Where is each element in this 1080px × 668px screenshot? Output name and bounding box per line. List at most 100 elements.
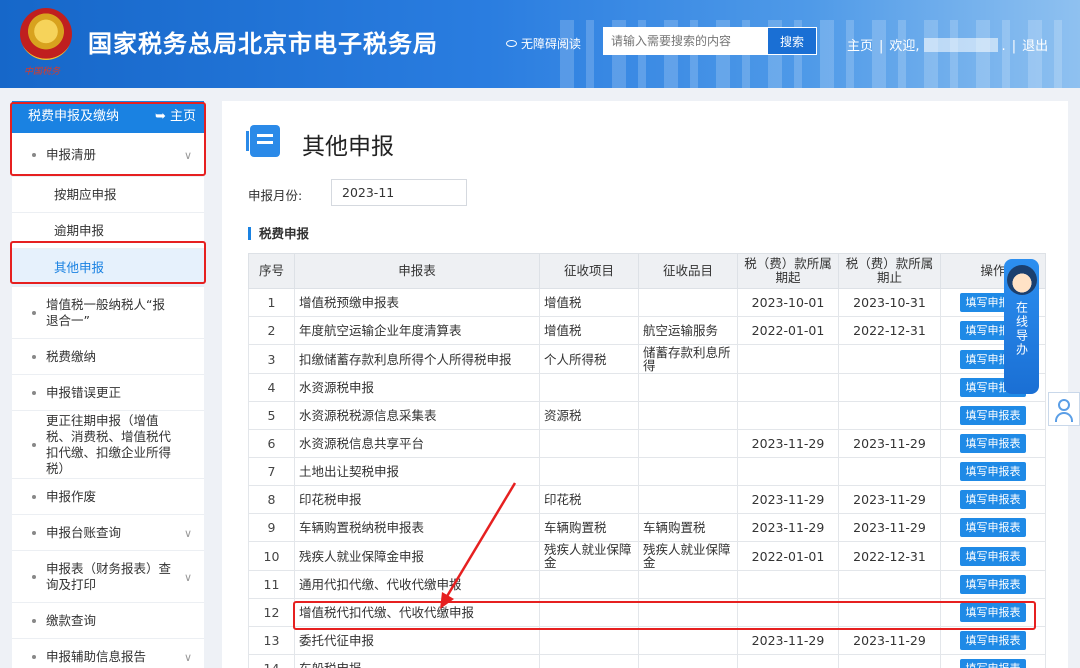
cell-end (838, 654, 941, 668)
cell-start: 2023-11-29 (737, 626, 839, 655)
sidebar-item-label: 缴款查询 (46, 612, 97, 628)
cell-form: 年度航空运输企业年度清算表 (294, 316, 540, 345)
cell-seq: 4 (248, 373, 295, 402)
column-header: 申报表 (294, 253, 540, 289)
cell-form: 水资源税信息共享平台 (294, 429, 540, 458)
bullet-icon (32, 354, 36, 359)
cell-end (838, 570, 941, 599)
cell-seq: 7 (248, 457, 295, 486)
document-icon (246, 125, 280, 157)
sidebar-item-6[interactable]: 申报错误更正 (12, 375, 204, 411)
month-label: 申报月份: (248, 188, 303, 203)
user-service-icon[interactable] (1048, 392, 1080, 426)
cell-action: 填写申报表 (940, 401, 1046, 430)
online-guide-widget[interactable]: 在线导办 (1004, 259, 1039, 394)
cell-end: 2022-12-31 (838, 316, 941, 345)
cell-start (737, 373, 839, 402)
sidebar-item-11[interactable]: 缴款查询 (12, 603, 204, 639)
cell-item (539, 457, 639, 486)
cell-item: 增值税 (539, 288, 639, 317)
fill-form-button[interactable]: 填写申报表 (960, 462, 1026, 481)
cell-subitem (638, 288, 738, 317)
accessibility-link[interactable]: 无障碍阅读 (506, 35, 581, 52)
sidebar-item-label: 增值税一般纳税人“报退合一” (46, 296, 165, 328)
bullet-icon (32, 654, 36, 659)
home-link[interactable]: 主页 (847, 39, 873, 54)
cell-action: 填写申报表 (940, 541, 1046, 571)
cell-subitem (638, 570, 738, 599)
sidebar-title: 税费申报及缴纳 (28, 109, 120, 124)
cell-form: 通用代扣代缴、代收代缴申报 (294, 570, 540, 599)
logout-link[interactable]: 退出 (1022, 39, 1048, 54)
sidebar-item-label: 逾期申报 (54, 222, 105, 238)
fill-form-button[interactable]: 填写申报表 (960, 518, 1026, 537)
cell-end (838, 373, 941, 402)
sidebar-item-label: 申报辅助信息报告 (46, 648, 147, 664)
sidebar-item-5[interactable]: 税费缴纳 (12, 339, 204, 375)
cell-end (838, 344, 941, 374)
cell-end: 2023-11-29 (838, 513, 941, 542)
cell-start: 2022-01-01 (737, 316, 839, 345)
column-header: 税（费）款所属期起 (737, 253, 839, 289)
table-row: 5 水资源税税源信息采集表 资源税 填写申报表 (248, 401, 1046, 430)
cell-subitem (638, 401, 738, 430)
cell-seq: 9 (248, 513, 295, 542)
bullet-icon (32, 152, 36, 157)
search-button[interactable]: 搜索 (767, 27, 817, 55)
header-nav: 主页 | 欢迎,. | 退出 (847, 38, 1049, 54)
month-field[interactable]: 2023-11 (331, 179, 467, 206)
cell-seq: 3 (248, 344, 295, 374)
cell-action: 填写申报表 (940, 598, 1046, 627)
sidebar-item-12[interactable]: 申报辅助信息报告 ∨ (12, 639, 204, 668)
chevron-down-icon: ∨ (183, 650, 192, 664)
table-row: 7 土地出让契税申报 填写申报表 (248, 457, 1046, 486)
cell-seq: 1 (248, 288, 295, 317)
sidebar-item-9[interactable]: 申报台账查询 ∨ (12, 515, 204, 551)
cell-start: 2022-01-01 (737, 541, 839, 571)
cell-form: 车辆购置税纳税申报表 (294, 513, 540, 542)
cell-end (838, 598, 941, 627)
sidebar-item-label: 申报作废 (46, 488, 97, 504)
table-row: 12 增值税代扣代缴、代收代缴申报 填写申报表 (248, 598, 1046, 627)
sidebar-item-10[interactable]: 申报表（财务报表）查询及打印 ∨ (12, 551, 204, 603)
sidebar-item-7[interactable]: 更正往期申报（增值税、消费税、增值税代扣代缴、扣缴企业所得税） (12, 411, 204, 479)
cell-form: 增值税代扣代缴、代收代缴申报 (294, 598, 540, 627)
fill-form-button[interactable]: 填写申报表 (960, 603, 1026, 622)
cell-subitem (638, 373, 738, 402)
cell-start: 2023-10-01 (737, 288, 839, 317)
bullet-icon (32, 390, 36, 395)
sidebar-item-0[interactable]: 申报清册 ∨ (12, 133, 204, 177)
bullet-icon (32, 494, 36, 499)
cell-seq: 6 (248, 429, 295, 458)
sidebar-item-1[interactable]: 按期应申报 (12, 177, 204, 213)
sidebar-item-8[interactable]: 申报作废 (12, 479, 204, 515)
fill-form-button[interactable]: 填写申报表 (960, 406, 1026, 425)
bullet-icon (32, 442, 36, 447)
cell-form: 扣缴储蓄存款利息所得个人所得税申报 (294, 344, 540, 374)
cell-item (539, 570, 639, 599)
cell-seq: 2 (248, 316, 295, 345)
cell-subitem: 残疾人就业保障金 (638, 541, 738, 571)
sidebar-home-link[interactable]: ➥ 主页 (155, 101, 196, 133)
table-row: 11 通用代扣代缴、代收代缴申报 填写申报表 (248, 570, 1046, 599)
cell-item: 增值税 (539, 316, 639, 345)
fill-form-button[interactable]: 填写申报表 (960, 575, 1026, 594)
fill-form-button[interactable]: 填写申报表 (960, 631, 1026, 650)
cell-end: 2022-12-31 (838, 541, 941, 571)
sidebar-item-4[interactable]: 增值税一般纳税人“报退合一” (12, 287, 204, 339)
cell-item (539, 429, 639, 458)
cell-item: 个人所得税 (539, 344, 639, 374)
fill-form-button[interactable]: 填写申报表 (960, 659, 1026, 668)
fill-form-button[interactable]: 填写申报表 (960, 490, 1026, 509)
sidebar-item-3[interactable]: 其他申报 (12, 249, 204, 287)
sidebar-item-label: 按期应申报 (54, 186, 117, 202)
cell-form: 残疾人就业保障金申报 (294, 541, 540, 571)
cell-form: 水资源税税源信息采集表 (294, 401, 540, 430)
fill-form-button[interactable]: 填写申报表 (960, 434, 1026, 453)
fill-form-button[interactable]: 填写申报表 (960, 546, 1026, 566)
assistant-avatar-icon (1006, 265, 1037, 295)
top-header: 中国税务 国家税务总局北京市电子税务局 无障碍阅读 搜索 主页|欢迎,.|退出 (0, 0, 1080, 88)
search-input[interactable] (603, 27, 767, 55)
sidebar-item-2[interactable]: 逾期申报 (12, 213, 204, 249)
bullet-icon (32, 530, 36, 535)
